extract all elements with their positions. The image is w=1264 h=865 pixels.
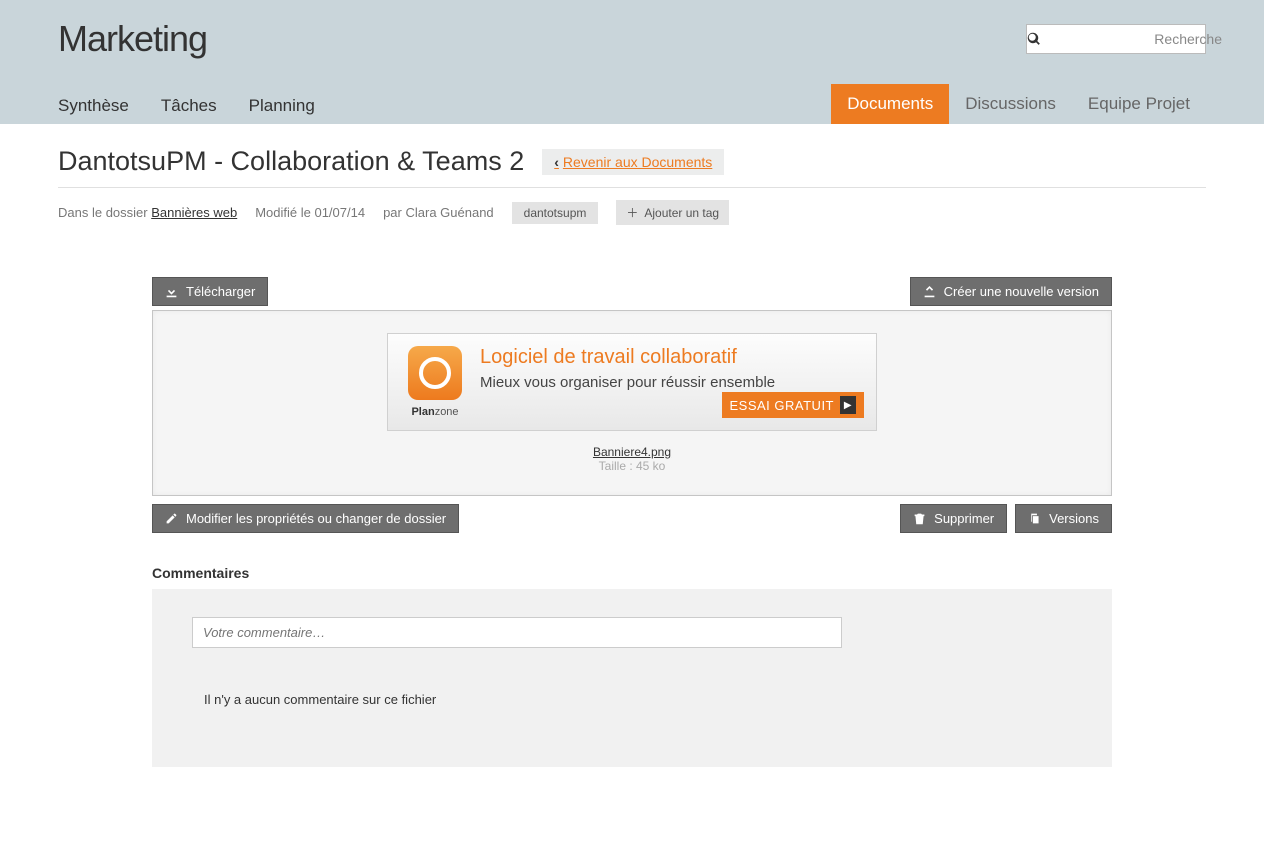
delete-label: Supprimer (934, 511, 994, 526)
nav-planning[interactable]: Planning (249, 88, 315, 124)
nav-equipe[interactable]: Equipe Projet (1072, 84, 1206, 124)
banner-cta: ESSAI GRATUIT ▶ (722, 392, 865, 418)
pencil-icon (165, 512, 178, 525)
versions-label: Versions (1049, 511, 1099, 526)
add-tag-button[interactable]: ＋ Ajouter un tag (616, 200, 729, 225)
comment-input[interactable] (192, 617, 842, 648)
preview-box: Planzone Logiciel de travail collaborati… (152, 310, 1112, 496)
folder-prefix: Dans le dossier (58, 205, 151, 220)
download-icon (165, 285, 178, 298)
file-size: Taille : 45 ko (175, 459, 1089, 473)
modified-date: Modifié le 01/07/14 (255, 205, 365, 220)
tag-dantotsupm[interactable]: dantotsupm (512, 202, 599, 224)
nav-discussions[interactable]: Discussions (949, 84, 1072, 124)
banner-preview: Planzone Logiciel de travail collaborati… (387, 333, 877, 431)
file-name-link[interactable]: Banniere4.png (175, 445, 1089, 459)
back-label: Revenir aux Documents (563, 154, 712, 170)
versions-button[interactable]: Versions (1015, 504, 1112, 533)
plus-icon: ＋ (626, 204, 638, 221)
comments-title: Commentaires (152, 565, 1112, 581)
comments-box: Il n'y a aucun commentaire sur ce fichie… (152, 589, 1112, 767)
nav-synthese[interactable]: Synthèse (58, 88, 129, 124)
no-comments-text: Il n'y a aucun commentaire sur ce fichie… (204, 692, 1072, 707)
nav-left: Synthèse Tâches Planning (58, 88, 315, 124)
new-version-label: Créer une nouvelle version (944, 284, 1099, 299)
folder-link[interactable]: Bannières web (151, 205, 237, 220)
banner-subline: Mieux vous organiser pour réussir ensemb… (480, 373, 864, 393)
trash-icon (913, 512, 926, 525)
nav-right: Documents Discussions Equipe Projet (831, 84, 1206, 124)
nav-documents[interactable]: Documents (831, 84, 949, 124)
banner-headline: Logiciel de travail collaboratif (480, 346, 864, 369)
download-button[interactable]: Télécharger (152, 277, 268, 306)
copy-icon (1028, 512, 1041, 525)
author: par Clara Guénand (383, 205, 494, 220)
modify-label: Modifier les propriétés ou changer de do… (186, 511, 446, 526)
delete-button[interactable]: Supprimer (900, 504, 1007, 533)
search-box[interactable] (1026, 24, 1206, 54)
arrow-right-icon: ▶ (840, 396, 856, 414)
modify-properties-button[interactable]: Modifier les propriétés ou changer de do… (152, 504, 459, 533)
upload-icon (923, 285, 936, 298)
banner-logo-icon (408, 346, 462, 400)
app-title: Marketing (58, 18, 207, 60)
page-title-row: DantotsuPM - Collaboration & Teams 2 ‹ R… (58, 124, 1206, 188)
add-tag-label: Ajouter un tag (644, 206, 719, 220)
banner-cta-label: ESSAI GRATUIT (730, 398, 835, 413)
page-title: DantotsuPM - Collaboration & Teams 2 (58, 146, 524, 177)
new-version-button[interactable]: Créer une nouvelle version (910, 277, 1112, 306)
header: Marketing Synthèse Tâches Planning Docum… (0, 0, 1264, 124)
banner-brand: Planzone (411, 406, 458, 418)
search-icon (1027, 32, 1041, 46)
download-label: Télécharger (186, 284, 255, 299)
chevron-left-icon: ‹ (554, 154, 559, 170)
back-to-documents-link[interactable]: ‹ Revenir aux Documents (542, 149, 724, 175)
search-input[interactable] (1041, 31, 1232, 47)
meta-row: Dans le dossier Bannières web Modifié le… (58, 188, 1206, 237)
nav-taches[interactable]: Tâches (161, 88, 217, 124)
